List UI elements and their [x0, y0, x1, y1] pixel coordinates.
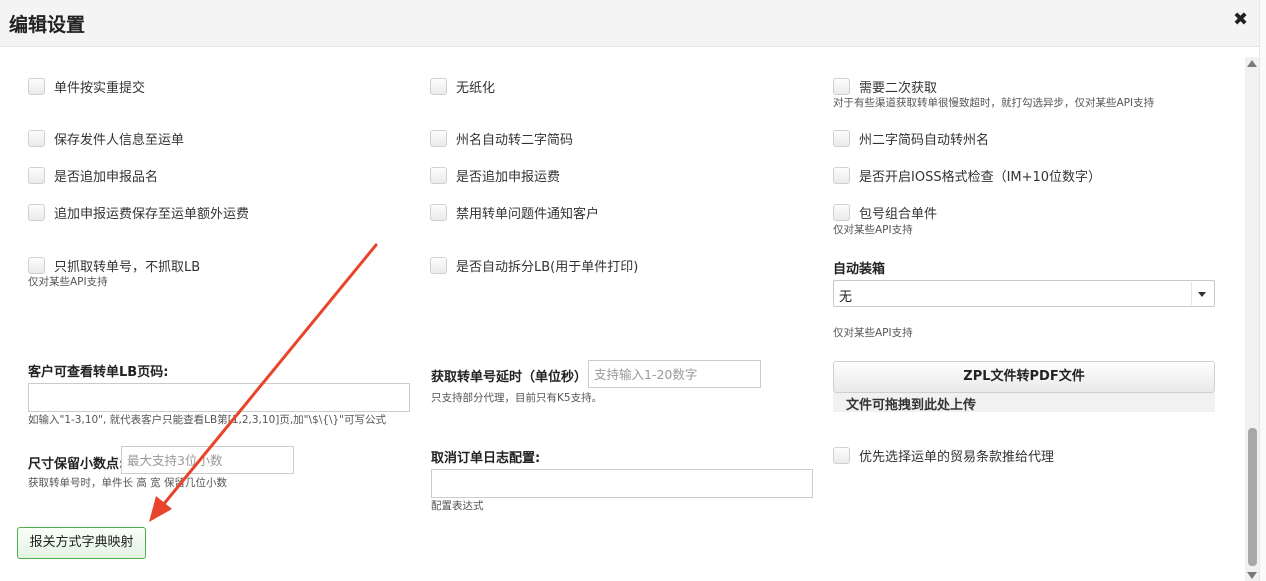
disable-notify-checkbox[interactable]: 禁用转单问题件通知客户	[430, 203, 599, 222]
checkbox-label: 追加申报运费保存至运单额外运费	[54, 207, 250, 222]
upload-drop-zone[interactable]: 文件可拖拽到此处上传	[833, 393, 1215, 413]
customs-dict-mapping-button[interactable]: 报关方式字典映射	[17, 527, 146, 559]
chevron-down-icon[interactable]	[1191, 282, 1213, 305]
checkbox-label: 州名自动转二字简码	[456, 133, 574, 148]
checkbox-label: 需要二次获取	[859, 81, 938, 96]
checkbox-label: 无纸化	[456, 81, 496, 96]
decimal-hint: 获取转单号时，单件长 高 宽 保留几位小数	[28, 477, 228, 489]
checkbox-box[interactable]	[28, 78, 45, 95]
checkbox-label: 保存发件人信息至运单	[54, 133, 185, 148]
zpl-to-pdf-button[interactable]: ZPL文件转PDF文件	[833, 361, 1215, 393]
checkbox-label: 只抓取转单号，不抓取LB	[54, 260, 201, 275]
cancel-log-hint: 配置表达式	[431, 500, 484, 512]
checkbox-label: 是否追加申报品名	[54, 170, 159, 185]
dialog-header: 编辑设置 ✖	[0, 0, 1266, 47]
arrow-head	[149, 496, 172, 522]
trade-terms-checkbox[interactable]: 优先选择运单的贸易条款推给代理	[833, 446, 1054, 465]
dialog-title: 编辑设置	[9, 14, 86, 36]
background-page-edge	[1259, 0, 1266, 581]
code-to-state-checkbox[interactable]: 州二字简码自动转州名	[833, 129, 989, 148]
checkbox-box[interactable]	[833, 204, 850, 221]
scroll-down-icon[interactable]	[1247, 572, 1257, 579]
checkbox-box[interactable]	[430, 130, 447, 147]
auto-boxing-select[interactable]: 无	[833, 280, 1215, 307]
actual-weight-checkbox[interactable]: 单件按实重提交	[28, 77, 145, 96]
delay-input[interactable]	[588, 360, 761, 388]
cancel-log-input[interactable]	[431, 469, 813, 498]
delay-hint: 只支持部分代理，目前只有K5支持。	[431, 392, 603, 404]
lb-pages-hint: 如输入"1-3,10", 就代表客户只能查看LB第[1,2,3,10]页,加"\…	[28, 414, 386, 426]
decimal-input[interactable]	[121, 446, 294, 474]
checkbox-box[interactable]	[430, 257, 447, 274]
auto-boxing-hint: 仅对某些API支持	[833, 327, 913, 339]
second-fetch-checkbox[interactable]: 需要二次获取	[833, 77, 937, 96]
delay-label: 获取转单号延时（单位秒）:	[431, 370, 593, 385]
lb-pages-input[interactable]	[28, 383, 410, 412]
checkbox-label: 优先选择运单的贸易条款推给代理	[859, 450, 1055, 465]
checkbox-label: 包号组合单件	[859, 207, 938, 222]
append-shipping-fee-checkbox[interactable]: 是否追加申报运费	[430, 166, 560, 185]
decimal-label: 尺寸保留小数点:	[28, 457, 125, 472]
checkbox-label: 州二字简码自动转州名	[859, 133, 990, 148]
second-fetch-hint: 对于有些渠道获取转单很慢致超时，就打勾选异步，仅对某些API支持	[833, 97, 1155, 109]
checkbox-label: 单件按实重提交	[54, 81, 146, 96]
checkbox-box[interactable]	[28, 167, 45, 184]
checkbox-box[interactable]	[28, 130, 45, 147]
checkbox-box[interactable]	[430, 167, 447, 184]
append-product-name-checkbox[interactable]: 是否追加申报品名	[28, 166, 158, 185]
checkbox-box[interactable]	[430, 204, 447, 221]
checkbox-box[interactable]	[833, 167, 850, 184]
upload-text: 文件可拖拽到此处上传	[846, 398, 977, 413]
checkbox-label: 是否追加申报运费	[456, 170, 561, 185]
combine-hint: 仅对某些API支持	[833, 224, 913, 236]
lb-pages-label: 客户可查看转单LB页码:	[28, 365, 169, 380]
ioss-check-checkbox[interactable]: 是否开启IOSS格式检查（IM+10位数字）	[833, 166, 1101, 185]
close-icon[interactable]: ✖	[1233, 9, 1248, 30]
checkbox-box[interactable]	[28, 204, 45, 221]
scroll-up-icon[interactable]	[1247, 60, 1257, 67]
state-to-code-checkbox[interactable]: 州名自动转二字简码	[430, 129, 573, 148]
cancel-log-label: 取消订单日志配置:	[431, 451, 541, 466]
checkbox-label: 禁用转单问题件通知客户	[456, 207, 600, 222]
save-sender-checkbox[interactable]: 保存发件人信息至运单	[28, 129, 184, 148]
checkbox-box[interactable]	[430, 78, 447, 95]
checkbox-box[interactable]	[833, 130, 850, 147]
scrollbar-thumb[interactable]	[1248, 428, 1257, 566]
checkbox-label: 是否开启IOSS格式检查（IM+10位数字）	[859, 170, 1102, 185]
auto-split-lb-checkbox[interactable]: 是否自动拆分LB(用于单件打印)	[430, 256, 638, 275]
combine-parcel-checkbox[interactable]: 包号组合单件	[833, 203, 937, 222]
auto-boxing-value: 无	[839, 290, 853, 305]
checkbox-label: 是否自动拆分LB(用于单件打印)	[456, 260, 639, 275]
checkbox-box[interactable]	[28, 257, 45, 274]
checkbox-box[interactable]	[833, 78, 850, 95]
checkbox-box[interactable]	[833, 447, 850, 464]
only-fetch-tracking-checkbox[interactable]: 只抓取转单号，不抓取LB	[28, 256, 200, 275]
only-fetch-hint: 仅对某些API支持	[28, 276, 108, 288]
append-fee-extra-checkbox[interactable]: 追加申报运费保存至运单额外运费	[28, 203, 249, 222]
paperless-checkbox[interactable]: 无纸化	[430, 77, 495, 96]
auto-boxing-label: 自动装箱	[833, 262, 886, 277]
